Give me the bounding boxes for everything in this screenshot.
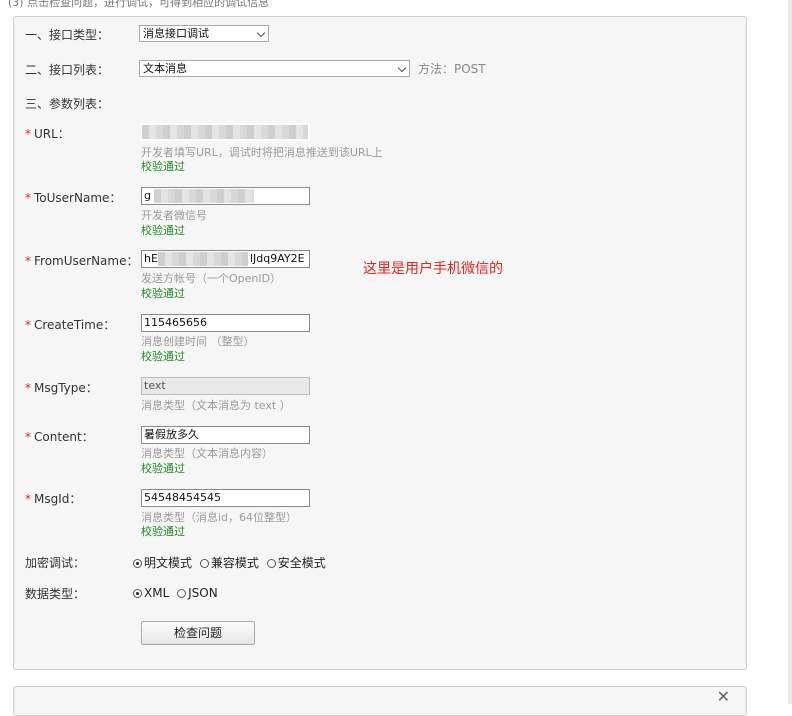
from-user-label: * FromUserName： — [25, 254, 139, 268]
msg-id-label: * MsgId： — [25, 492, 82, 506]
interface-list-value: 文本消息 — [143, 62, 187, 75]
msg-type-label: * MsgType： — [25, 381, 98, 395]
from-user-status: 校验通过 — [141, 287, 185, 300]
create-time-label: * CreateTime： — [25, 318, 116, 332]
interface-type-value: 消息接口调试 — [143, 27, 209, 40]
encrypt-option-plain[interactable]: 明文模式 — [133, 554, 192, 571]
data-type-label: 数据类型： — [25, 587, 86, 601]
required-mark: * — [25, 254, 31, 268]
encrypt-label: 加密调试： — [25, 556, 86, 570]
to-user-status: 校验通过 — [141, 224, 185, 237]
clipped-header-text: (3) 点击检查问题，进行调试，可得到相应的调试信息 — [0, 0, 792, 8]
url-status: 校验通过 — [141, 160, 185, 173]
create-time-value: 115465656 — [144, 316, 207, 329]
required-mark: * — [25, 191, 31, 205]
result-panel: ✕ — [13, 686, 747, 716]
scrollbar[interactable] — [788, 0, 792, 704]
from-user-value-suffix: lJdq9AY2E — [250, 252, 305, 265]
encrypt-option-secure[interactable]: 安全模式 — [266, 554, 326, 571]
radio-icon — [266, 559, 276, 568]
chevron-down-icon — [397, 63, 407, 73]
msg-id-value: 54548454545 — [144, 491, 221, 504]
from-user-input[interactable]: hE lJdq9AY2E — [141, 250, 310, 268]
msg-type-value: text — [144, 379, 166, 392]
msg-type-hint: 消息类型（文本消息为 text ） — [141, 399, 291, 412]
debug-form-panel — [13, 16, 747, 670]
interface-type-select[interactable]: 消息接口调试 — [139, 25, 269, 42]
required-mark: * — [25, 381, 31, 395]
data-type-option-xml[interactable]: XML — [133, 586, 169, 600]
required-mark: * — [25, 492, 31, 506]
header-clip: (3) 点击检查问题，进行调试，可得到相应的调试信息 — [8, 0, 270, 8]
url-label: * URL： — [25, 127, 70, 141]
radio-icon — [177, 589, 187, 598]
http-method: 方法：POST — [418, 62, 486, 76]
msg-type-input: text — [141, 377, 310, 395]
interface-type-label: 一、接口类型： — [25, 28, 110, 42]
data-type-radio-group: XML JSON — [133, 586, 222, 600]
from-user-hint: 发送方帐号（一个OpenID） — [141, 272, 282, 285]
create-time-status: 校验通过 — [141, 350, 185, 363]
data-type-option-json[interactable]: JSON — [177, 586, 218, 600]
content-value: 暑假放多久 — [144, 428, 199, 441]
interface-list-label: 二、接口列表： — [25, 63, 110, 77]
to-user-value: g — [144, 189, 151, 202]
redacted-blur — [154, 189, 254, 203]
annotation-text: 这里是用户手机微信的 — [363, 261, 503, 277]
to-user-hint: 开发者微信号 — [141, 209, 207, 222]
encrypt-option-compat[interactable]: 兼容模式 — [199, 554, 259, 571]
content-input[interactable]: 暑假放多久 — [141, 426, 310, 444]
content-label: * Content： — [25, 430, 94, 444]
content-status: 校验通过 — [141, 462, 185, 475]
create-time-hint: 消息创建时间 （整型） — [141, 335, 255, 348]
close-icon[interactable]: ✕ — [717, 687, 730, 706]
content-hint: 消息类型（文本消息内容） — [141, 447, 273, 460]
redacted-blur — [158, 252, 248, 266]
required-mark: * — [25, 430, 31, 444]
radio-checked-icon — [133, 559, 142, 568]
msg-id-input[interactable]: 54548454545 — [141, 489, 310, 507]
url-input[interactable] — [141, 123, 310, 141]
redacted-blur — [142, 125, 308, 139]
chevron-down-icon — [256, 28, 266, 38]
radio-icon — [199, 559, 209, 568]
interface-list-select[interactable]: 文本消息 — [139, 60, 410, 77]
to-user-input[interactable]: g — [141, 187, 310, 205]
params-label: 三、参数列表： — [25, 97, 110, 111]
from-user-value-prefix: hE — [144, 252, 158, 265]
encrypt-radio-group: 明文模式 兼容模式 安全模式 — [133, 554, 330, 571]
check-problem-button[interactable]: 检查问题 — [141, 621, 255, 645]
required-mark: * — [25, 318, 31, 332]
create-time-input[interactable]: 115465656 — [141, 314, 310, 332]
required-mark: * — [25, 127, 31, 141]
msg-id-status: 校验通过 — [141, 525, 185, 538]
to-user-label: * ToUserName： — [25, 191, 122, 205]
radio-checked-icon — [133, 589, 142, 598]
